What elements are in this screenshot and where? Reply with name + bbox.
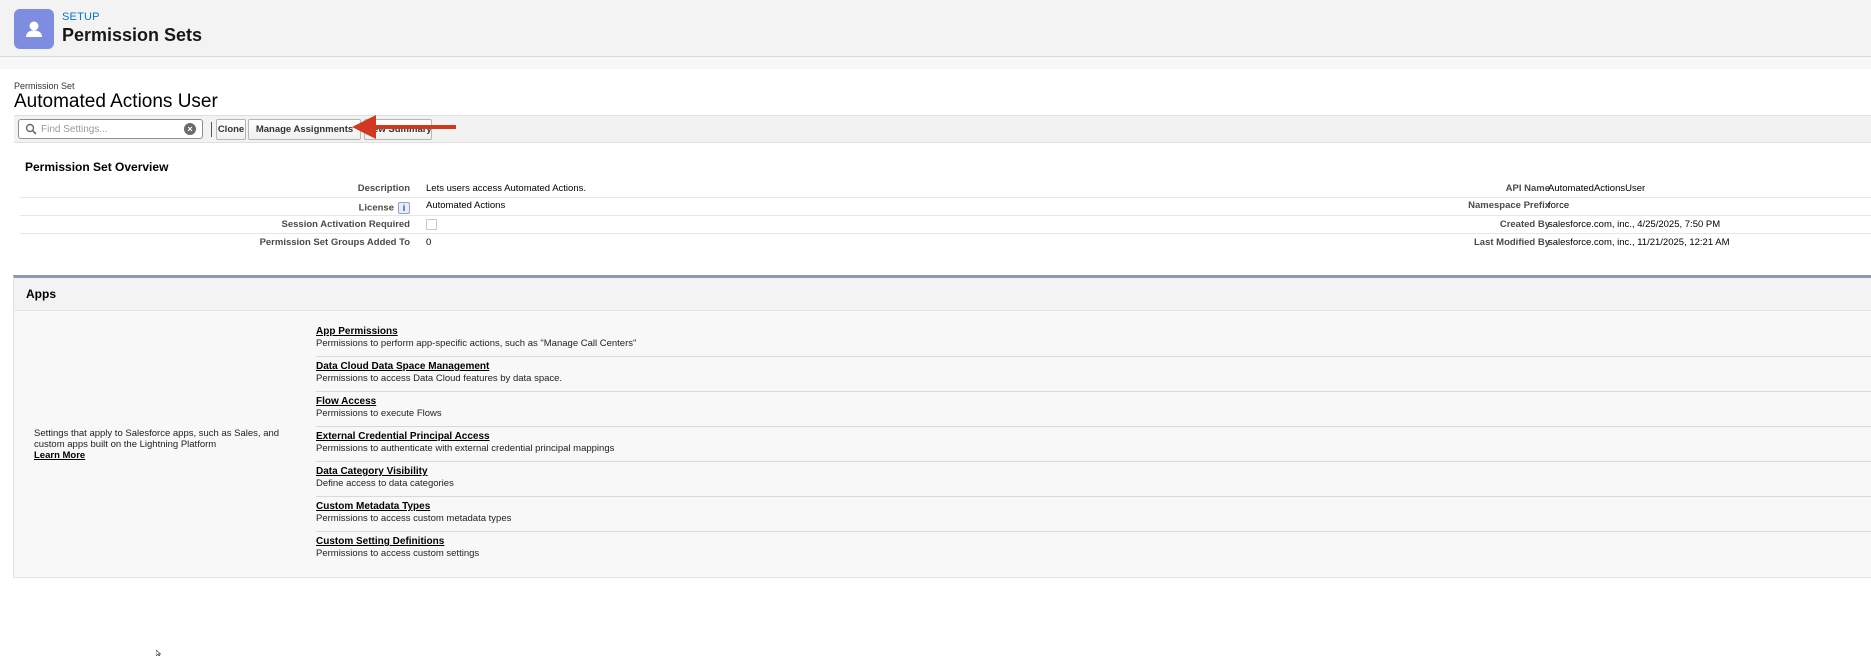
session-activation-label: Session Activation Required xyxy=(281,219,410,230)
manage-assignments-button[interactable]: Manage Assignments xyxy=(248,119,361,140)
apps-header: Apps xyxy=(14,278,1871,311)
app-item-description: Permissions to access custom settings xyxy=(316,548,480,559)
search-icon xyxy=(25,123,37,135)
learn-more-link[interactable]: Learn More xyxy=(34,450,304,461)
description-label: Description xyxy=(357,183,410,194)
data-cloud-data-space-link[interactable]: Data Cloud Data Space Management xyxy=(316,361,489,372)
info-icon[interactable]: i xyxy=(398,202,410,214)
custom-setting-definitions-link[interactable]: Custom Setting Definitions xyxy=(316,536,444,547)
user-icon xyxy=(14,9,54,49)
overview-row: Permission Set Groups Added To 0 Last Mo… xyxy=(20,234,1871,252)
api-name-value: AutomatedActionsUser xyxy=(1548,183,1646,194)
list-item: Custom Metadata Types Permissions to acc… xyxy=(316,497,1871,532)
app-item-description: Permissions to access Data Cloud feature… xyxy=(316,373,563,384)
created-by-value: salesforce.com, inc., 4/25/2025, 7:50 PM xyxy=(1548,219,1721,230)
page-title: Permission Sets xyxy=(62,25,203,45)
clone-button[interactable]: Clone xyxy=(216,119,246,140)
apps-title: Apps xyxy=(26,287,56,301)
flow-access-link[interactable]: Flow Access xyxy=(316,396,376,407)
annotation-arrow-icon xyxy=(352,115,456,139)
last-modified-by-label: Last Modified By xyxy=(1473,237,1550,248)
namespace-prefix-label: Namespace Prefix xyxy=(1468,200,1550,211)
apps-panel: Apps Settings that apply to Salesforce a… xyxy=(13,275,1871,578)
license-label: License xyxy=(358,202,394,214)
list-item: App Permissions Permissions to perform a… xyxy=(316,322,1871,357)
app-item-description: Permissions to access custom metadata ty… xyxy=(316,513,512,524)
data-category-visibility-link[interactable]: Data Category Visibility xyxy=(316,466,428,477)
permission-set-groups-value: 0 xyxy=(426,237,432,248)
list-item: External Credential Principal Access Per… xyxy=(316,427,1871,462)
list-item: Data Category Visibility Define access t… xyxy=(316,462,1871,497)
toolbar-divider xyxy=(211,122,212,137)
list-item: Flow Access Permissions to execute Flows xyxy=(316,392,1871,427)
setup-eyebrow: SETUP xyxy=(62,11,100,23)
external-credential-link[interactable]: External Credential Principal Access xyxy=(316,431,490,442)
list-item: Custom Setting Definitions Permissions t… xyxy=(316,532,1871,567)
permission-set-groups-label: Permission Set Groups Added To xyxy=(259,237,410,248)
license-value: Automated Actions xyxy=(426,200,506,211)
app-item-description: Permissions to perform app-specific acti… xyxy=(316,338,637,349)
search-box[interactable]: × xyxy=(18,119,203,139)
apps-description-text: Settings that apply to Salesforce apps, … xyxy=(34,428,280,450)
session-activation-checkbox xyxy=(426,219,437,230)
description-value: Lets users access Automated Actions. xyxy=(426,183,587,194)
app-item-description: Define access to data categories xyxy=(316,478,454,489)
namespace-prefix-value: force xyxy=(1548,200,1570,211)
permission-set-eyebrow: Permission Set xyxy=(14,81,75,91)
page-band xyxy=(0,57,1871,69)
created-by-label: Created By xyxy=(1499,219,1550,230)
search-input[interactable] xyxy=(41,122,181,137)
permission-set-title: Automated Actions User xyxy=(14,91,218,112)
clear-icon[interactable]: × xyxy=(184,123,196,135)
last-modified-by-value: salesforce.com, inc., 11/21/2025, 12:21 … xyxy=(1548,237,1730,248)
list-item: Data Cloud Data Space Management Permiss… xyxy=(316,357,1871,392)
toolbar: × Clone Manage Assignments View Summary xyxy=(14,115,1871,143)
mouse-cursor-icon xyxy=(156,650,162,656)
apps-description: Settings that apply to Salesforce apps, … xyxy=(34,428,304,461)
overview-row: Description Lets users access Automated … xyxy=(20,180,1871,198)
overview-row: License i Automated Actions Namespace Pre… xyxy=(20,198,1871,216)
app-item-description: Permissions to authenticate with externa… xyxy=(316,443,615,454)
overview-title: Permission Set Overview xyxy=(25,160,169,174)
overview-row: Session Activation Required Created By s… xyxy=(20,216,1871,234)
app-item-description: Permissions to execute Flows xyxy=(316,408,442,419)
setup-header: SETUP Permission Sets xyxy=(0,0,1871,57)
license-label-wrap: License i xyxy=(20,202,410,214)
custom-metadata-types-link[interactable]: Custom Metadata Types xyxy=(316,501,430,512)
api-name-label: API Name xyxy=(1505,183,1550,194)
app-permissions-link[interactable]: App Permissions xyxy=(316,326,398,337)
